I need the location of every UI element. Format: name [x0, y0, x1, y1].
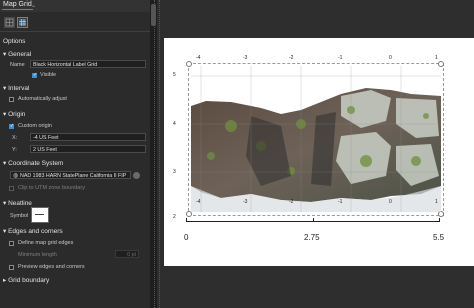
interval-section-header[interactable]: ▾ Interval: [3, 84, 29, 92]
auto-adjust-checkbox[interactable]: [9, 97, 14, 102]
grid-label-top: -4: [196, 55, 201, 61]
scale-label: 5.5: [433, 233, 445, 242]
grid-label-top: 0: [389, 55, 392, 61]
grid-label-bottom: 1: [435, 199, 438, 205]
interval-title: Interval: [8, 85, 30, 92]
coord-section-header[interactable]: ▾ Coordinate System: [3, 159, 63, 167]
origin-y-field[interactable]: 2 US Feet: [30, 145, 146, 153]
neatline-section-header[interactable]: ▾ Neatline: [3, 199, 32, 207]
origin-section-header[interactable]: ▾ Origin: [3, 110, 25, 118]
map-grid-pane: Map Grid ⌄ Options ▾ General Name Black …: [0, 0, 150, 308]
grid-properties-icon[interactable]: [4, 17, 15, 28]
rock-imagery: [191, 66, 441, 212]
auto-adjust-label: Automatically adjust: [18, 96, 67, 102]
grid-options-icon[interactable]: [17, 17, 28, 28]
grid-label-left: 5: [173, 72, 176, 78]
grid-label-bottom: 0: [389, 199, 392, 205]
define-edges-label: Define map grid edges: [18, 240, 74, 246]
general-title: General: [8, 51, 32, 58]
neatline-title: Neatline: [8, 200, 32, 207]
chevron-down-icon[interactable]: ⌄: [31, 2, 36, 9]
grid-label-top: 1: [435, 55, 438, 61]
globe-icon: ◍: [13, 173, 19, 179]
coordinate-system-select[interactable]: ◍ NAD 1983 HARN StatePlane California II…: [10, 171, 131, 179]
scale-label: 0: [184, 233, 189, 242]
grid-label-bottom: -4: [196, 199, 201, 205]
coordinate-system-picker-icon[interactable]: [133, 172, 140, 179]
name-label: Name: [10, 62, 25, 68]
scale-label: 2.75: [304, 233, 320, 242]
scale-bar-tick: [186, 218, 187, 222]
clip-utm-label: Clip to UTM zone boundary: [18, 185, 85, 191]
tab-map-grid[interactable]: Map Grid: [2, 1, 33, 10]
visible-label: Visible: [40, 72, 57, 78]
grid-boundary-title: Grid boundary: [8, 277, 50, 284]
min-length-label: Minimum length: [18, 252, 57, 258]
grid-boundary-section-header[interactable]: ▸ Grid boundary: [3, 276, 49, 284]
edges-title: Edges and corners: [8, 228, 63, 235]
grid-label-left: 2: [173, 214, 176, 220]
neatline-symbol-swatch[interactable]: [31, 207, 49, 223]
guide-line: [159, 0, 161, 308]
coordinate-system-value: NAD 1983 HARN StatePlane California II F…: [20, 173, 127, 179]
grid-label-bottom: -3: [243, 199, 248, 205]
options-title: Options: [3, 38, 26, 45]
grid-label-top: -2: [289, 55, 294, 61]
grid-label-top: -1: [338, 55, 343, 61]
grid-label-left: 3: [173, 169, 176, 175]
origin-title: Origin: [8, 111, 26, 118]
custom-origin-label: Custom origin: [18, 123, 52, 129]
clip-utm-checkbox[interactable]: [9, 186, 14, 191]
line-symbol-icon: [35, 214, 44, 215]
divider: [0, 31, 150, 32]
grid-label-bottom: -2: [289, 199, 294, 205]
preview-edges-label: Preview edges and corners: [18, 264, 85, 270]
layout-page: -4 -3 -2 -1 0 1 5 4 3 2 -4 -3 -2 -1 0 1 …: [164, 38, 474, 266]
guide-line: [154, 0, 156, 308]
visible-checkbox[interactable]: [32, 72, 37, 78]
edges-section-header[interactable]: ▾ Edges and corners: [3, 227, 63, 235]
origin-y-label: Y:: [12, 147, 17, 153]
origin-x-label: X:: [12, 135, 18, 141]
symbol-label: Symbol: [10, 213, 29, 219]
origin-x-field[interactable]: -4 US Feet: [30, 133, 146, 141]
coord-title: Coordinate System: [8, 160, 64, 167]
grid-label-top: -3: [243, 55, 248, 61]
scale-bar-tick: [439, 218, 440, 222]
grid-label-left: 4: [173, 121, 176, 127]
define-edges-checkbox[interactable]: [9, 241, 14, 246]
pane-header: Map Grid ⌄: [0, 0, 150, 12]
grid-label-bottom: -1: [338, 199, 343, 205]
layout-canvas[interactable]: -4 -3 -2 -1 0 1 5 4 3 2 -4 -3 -2 -1 0 1 …: [154, 0, 474, 308]
preview-edges-checkbox[interactable]: [9, 265, 14, 270]
scale-bar-tick: [313, 218, 314, 222]
general-section-header[interactable]: ▾ General: [3, 50, 31, 58]
custom-origin-checkbox[interactable]: [9, 123, 14, 129]
name-field[interactable]: Black Horizontal Label Grid: [30, 60, 146, 68]
min-length-field[interactable]: 0 pt: [115, 250, 139, 258]
